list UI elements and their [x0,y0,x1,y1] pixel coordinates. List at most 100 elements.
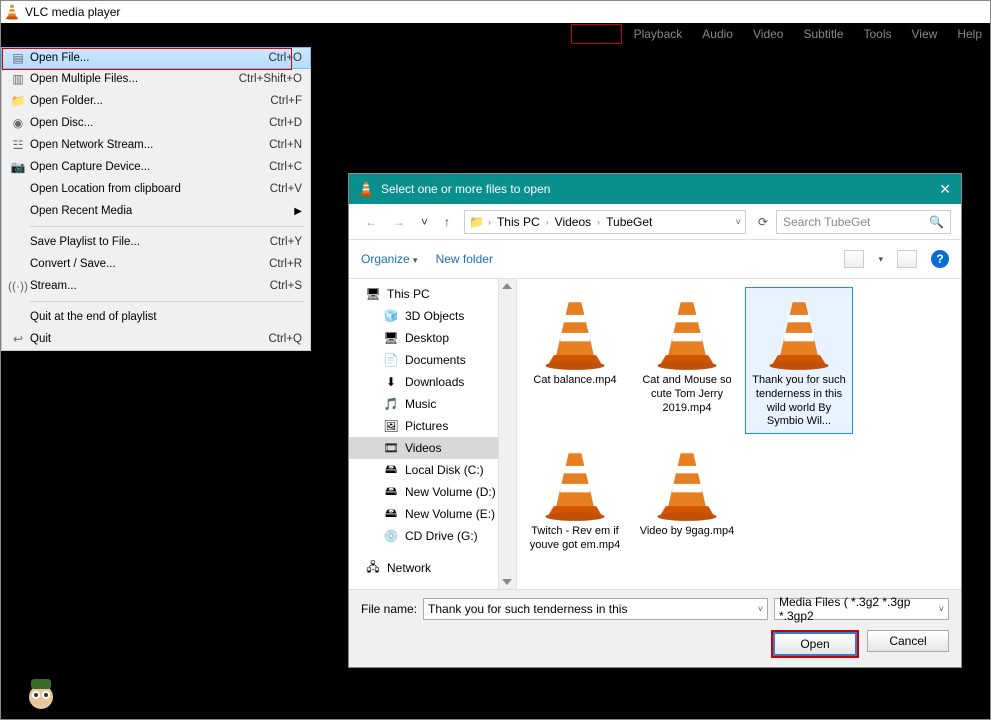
tree-node[interactable]: 🖥Desktop [349,327,498,349]
breadcrumb-item[interactable]: Videos [553,215,593,229]
tree-node[interactable]: 🎞Videos [349,437,498,459]
tree-node[interactable]: 🖴 Local Disk (C:) [349,459,498,481]
menu-item[interactable]: Convert / Save...Ctrl+R [2,253,310,275]
tree-node-label: Local Disk (C:) [405,463,484,477]
menu-item-shortcut: Ctrl+S [270,280,302,292]
preview-pane-button[interactable] [897,250,917,268]
search-input[interactable]: Search TubeGet 🔍 [776,210,951,234]
pictures-icon: 🖼 [383,419,399,433]
new-folder-button[interactable]: New folder [436,252,493,266]
forward-icon[interactable]: → [387,211,411,233]
file-item[interactable]: Cat and Mouse so cute Tom Jerry 2019.mp4 [633,287,741,434]
files-icon: ▥ [8,72,28,86]
menu-media[interactable]: Media [571,24,622,44]
menu-item-shortcut: Ctrl+V [270,183,302,195]
menu-item[interactable]: Quit at the end of playlist [2,306,310,328]
breadcrumb[interactable]: 📁 › This PC › Videos › TubeGet ˅ [464,210,746,234]
tree-node[interactable]: 🖧Network [349,557,498,579]
menu-item[interactable]: ◉Open Disc...Ctrl+D [2,112,310,134]
tree-node-label: Network [387,561,431,575]
tree-node-label: CD Drive (G:) [405,529,478,543]
organize-button[interactable]: Organize ▾ [361,252,418,266]
drive-icon: 🖴 [383,482,399,503]
window-titlebar: VLC media player [1,1,990,23]
tree-scrollbar[interactable] [499,279,517,589]
tree-node[interactable]: ⬇ Downloads [349,371,498,393]
menu-item[interactable]: Open Recent Media▶ [2,200,310,222]
file-item[interactable]: Cat balance.mp4 [521,287,629,434]
file-item[interactable]: Twitch - Rev em if youve got em.mp4 [521,438,629,558]
tree-node-label: Downloads [405,375,464,389]
file-thumbnail [535,292,615,372]
menu-view[interactable]: View [904,25,946,43]
tree-node[interactable]: 🖴New Volume (D:) [349,481,498,503]
up-icon[interactable]: ↑ [438,211,456,233]
breadcrumb-item[interactable]: This PC [495,215,542,229]
file-thumbnail [535,443,615,523]
folder-tree: 🖥This PC🧊3D Objects🖥Desktop📄Documents ⬇ Do… [349,279,499,589]
menu-item-label: Quit [28,333,268,345]
menu-item[interactable]: ▥Open Multiple Files...Ctrl+Shift+O [2,68,310,90]
menu-item[interactable]: Open Location from clipboardCtrl+V [2,178,310,200]
menu-playback[interactable]: Playback [626,25,691,43]
menu-item[interactable]: 📷Open Capture Device...Ctrl+C [2,156,310,178]
menu-item-label: Open Network Stream... [28,139,269,151]
search-icon: 🔍 [929,215,944,229]
menu-item-label: Open Capture Device... [28,161,269,173]
back-icon[interactable]: ← [359,211,383,233]
menu-item[interactable]: Save Playlist to File...Ctrl+Y [2,231,310,253]
dialog-toolbar: Organize ▾ New folder ▾ ? [349,240,961,278]
chevron-down-icon[interactable]: ˅ [758,604,763,614]
menu-item-label: Open File... [28,52,268,64]
cancel-button[interactable]: Cancel [867,630,949,652]
help-icon[interactable]: ? [931,250,949,268]
menu-item-shortcut: Ctrl+O [268,52,302,64]
close-icon[interactable]: ✕ [939,181,951,198]
recent-icon[interactable]: ˅ [415,211,434,233]
media-dropdown: ▤Open File...Ctrl+O▥Open Multiple Files.… [1,47,311,351]
tree-node[interactable]: 🧊3D Objects [349,305,498,327]
chevron-down-icon[interactable]: ˅ [736,217,741,227]
menu-audio[interactable]: Audio [694,25,741,43]
menu-tools[interactable]: Tools [856,25,900,43]
drive-icon: 🖴 [383,460,399,481]
menu-subtitle[interactable]: Subtitle [795,25,851,43]
tree-node[interactable]: 🖴New Volume (E:) [349,503,498,525]
menu-item[interactable]: ▤Open File...Ctrl+O [1,47,311,69]
menu-item[interactable]: ↩QuitCtrl+Q [2,328,310,350]
tree-node[interactable]: 🎵Music [349,393,498,415]
tree-node[interactable]: 📄Documents [349,349,498,371]
open-button[interactable]: Open [774,633,856,655]
stream-icon: ((·)) [8,279,28,293]
menu-help[interactable]: Help [949,25,990,43]
file-item[interactable]: Thank you for such tenderness in this wi… [745,287,853,434]
mascot-icon [21,673,61,713]
downloads-icon: ⬇ [383,375,399,389]
network-icon: ☳ [8,138,28,152]
view-mode-button[interactable] [844,250,864,268]
file-icon: ▤ [8,51,28,65]
menu-item[interactable]: ((·))Stream...Ctrl+S [2,275,310,297]
window-title: VLC media player [25,5,120,19]
menu-item-label: Save Playlist to File... [28,236,270,248]
cube-icon: 🧊 [383,309,399,323]
refresh-icon[interactable]: ⟳ [754,211,772,233]
menu-video[interactable]: Video [745,25,791,43]
music-icon: 🎵 [383,397,399,411]
breadcrumb-item[interactable]: TubeGet [604,215,654,229]
tree-node[interactable]: 🖥This PC [349,283,498,305]
file-item[interactable]: Video by 9gag.mp4 [633,438,741,558]
dialog-titlebar: Select one or more files to open ✕ [349,174,961,204]
menu-item[interactable]: 📁Open Folder...Ctrl+F [2,90,310,112]
documents-icon: 📄 [383,353,399,367]
chevron-down-icon[interactable]: ▾ [878,254,883,265]
menu-item-shortcut: Ctrl+F [270,95,302,107]
tree-node[interactable]: 🖼Pictures [349,415,498,437]
filename-input[interactable]: Thank you for such tenderness in this ˅ [423,598,768,620]
menu-item-shortcut: Ctrl+Y [270,236,302,248]
tree-node[interactable]: 💿CD Drive (G:) [349,525,498,547]
chevron-down-icon[interactable]: ˅ [939,604,944,614]
dialog-title: Select one or more files to open [381,182,550,196]
filetype-filter[interactable]: Media Files ( *.3g2 *.3gp *.3gp2 ˅ [774,598,949,620]
menu-item[interactable]: ☳Open Network Stream...Ctrl+N [2,134,310,156]
